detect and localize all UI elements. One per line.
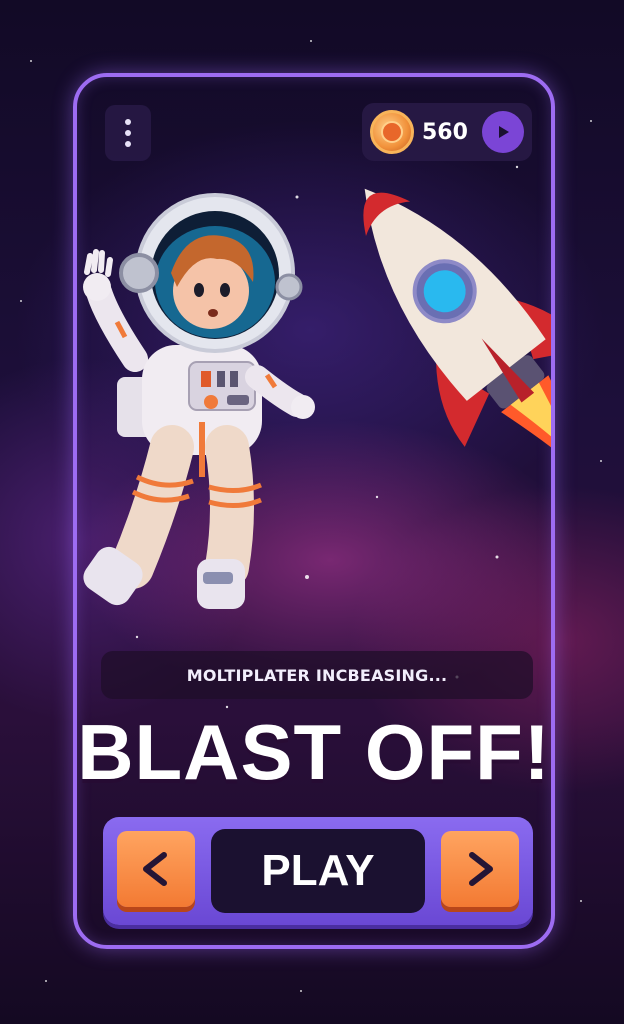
astronaut-character [83,193,315,609]
chevron-right-icon [469,852,493,886]
rocket-ship [363,188,551,497]
control-panel: PLAY [103,817,533,925]
right-arrow-button[interactable] [441,831,519,907]
headline-title: BLAST OFF! [77,708,551,796]
play-triangle-icon [499,126,509,138]
coin-count: 560 [422,119,468,145]
chevron-left-icon [143,852,167,886]
play-button[interactable]: PLAY [211,829,425,913]
coin-icon [370,110,414,154]
game-frame: 560 MOLTIPLATER INCBEASING... BLAST OFF!… [73,73,555,949]
add-coins-button[interactable] [482,111,524,153]
menu-button[interactable] [105,105,151,161]
multiplier-status: MOLTIPLATER INCBEASING... [101,651,533,699]
coin-balance: 560 [362,103,532,161]
vertical-dots-icon [125,119,131,147]
game-scene [83,165,551,709]
left-arrow-button[interactable] [117,831,195,907]
